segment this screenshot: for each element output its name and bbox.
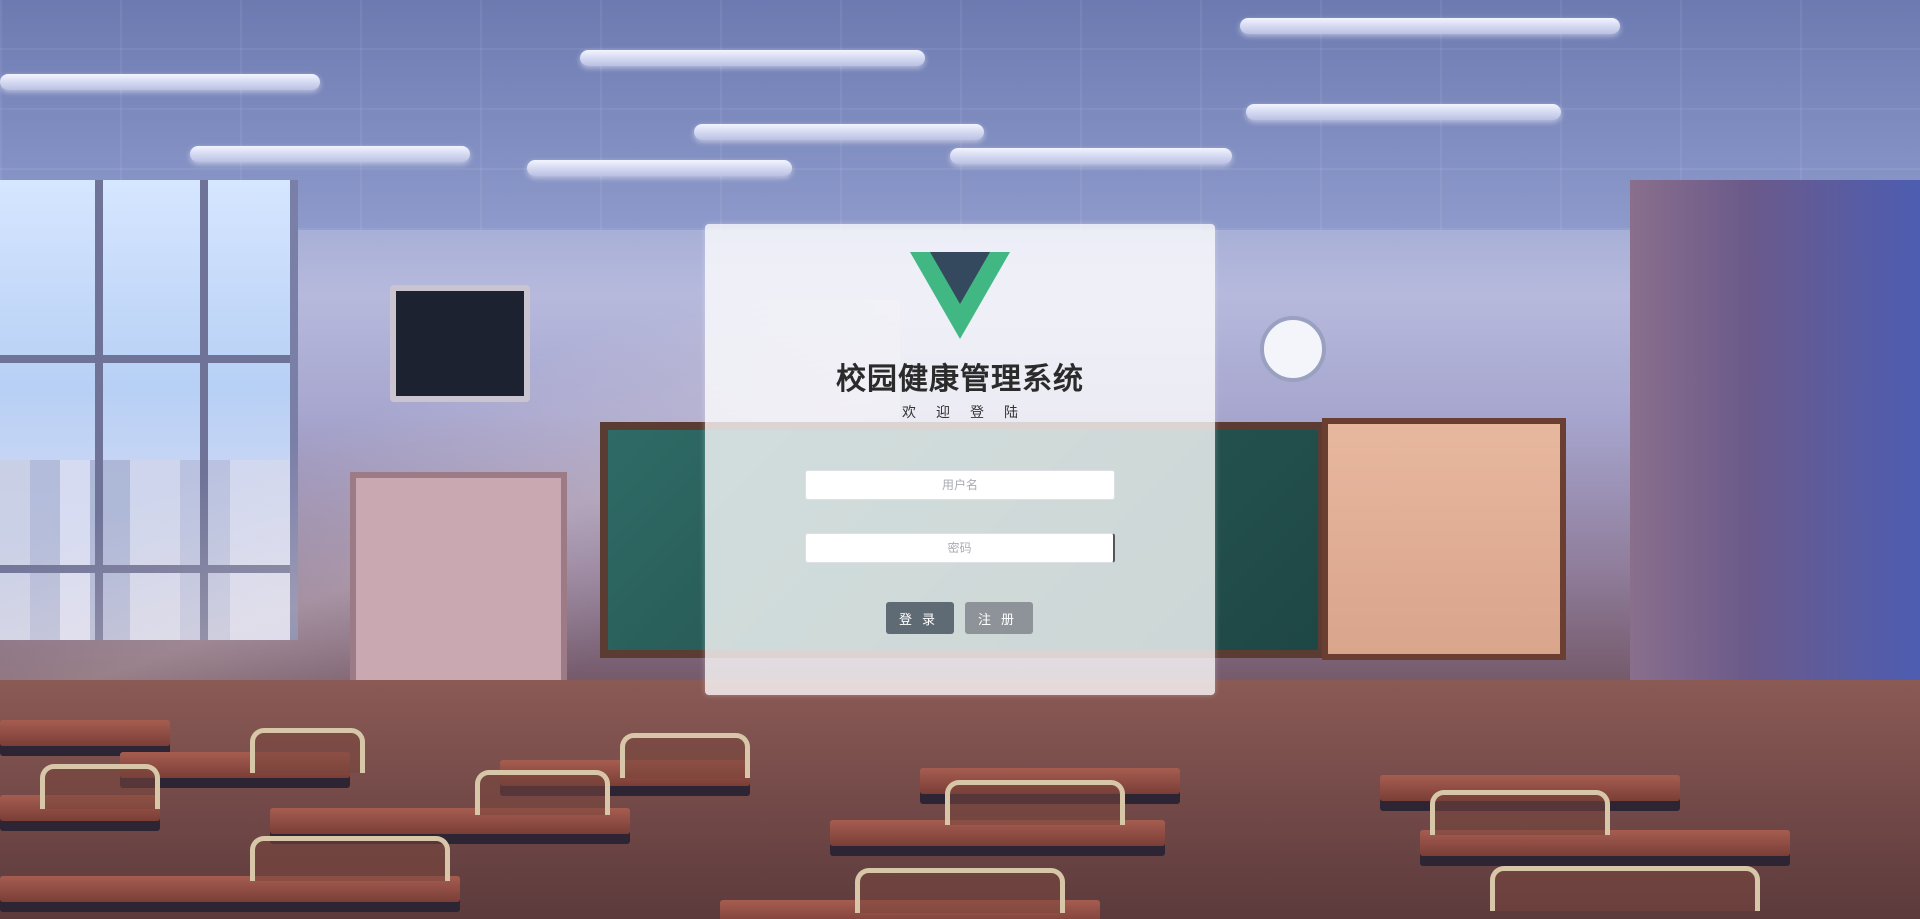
chair (1430, 790, 1610, 835)
chair (945, 780, 1125, 825)
ceiling-lamp (527, 160, 792, 176)
notice-board (1322, 418, 1566, 660)
desk (0, 720, 170, 746)
ceiling-lamp (950, 148, 1232, 164)
classroom-tv (390, 285, 530, 402)
page-title: 校园健康管理系统 (836, 362, 1084, 397)
ceiling-lamp (580, 50, 925, 66)
login-button[interactable]: 登录 (886, 602, 954, 634)
chair (40, 764, 160, 809)
ceiling-lamp (190, 146, 470, 162)
ceiling-lamp (694, 124, 984, 140)
username-input[interactable] (805, 470, 1115, 500)
ceiling-lamp (1246, 104, 1561, 120)
wall-clock-icon (1260, 316, 1326, 382)
register-button[interactable]: 注册 (965, 602, 1033, 634)
welcome-subtitle: 欢迎登陆 (902, 405, 1038, 421)
vue-logo-icon (910, 252, 1010, 339)
chair (475, 770, 610, 815)
chair (1490, 866, 1760, 911)
ceiling-lamp (1240, 18, 1620, 34)
ceiling-lamp (0, 74, 320, 90)
bookshelf (350, 472, 567, 704)
login-card: 校园健康管理系统 欢迎登陆 登录 注册 (705, 224, 1215, 695)
chair (620, 733, 750, 778)
password-input[interactable] (805, 533, 1115, 563)
chair (250, 728, 365, 773)
chair (855, 868, 1065, 913)
chair (250, 836, 450, 881)
